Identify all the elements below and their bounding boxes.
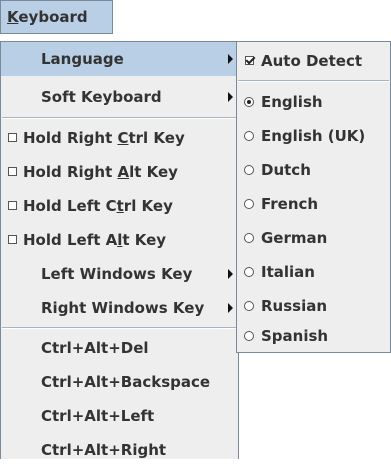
- radio-icon: [244, 131, 254, 141]
- radio-icon: [244, 199, 254, 209]
- language-option-english[interactable]: English: [237, 85, 390, 119]
- language-option-label: German: [261, 229, 328, 247]
- language-option-russian[interactable]: Russian: [237, 289, 390, 323]
- menu-item-hold-right-ctrl[interactable]: Hold Right Ctrl Key: [1, 121, 238, 155]
- menu-item-ctrl-alt-left[interactable]: Ctrl+Alt+Left: [1, 399, 238, 433]
- keyboard-menu-mnemonic: K: [7, 8, 19, 26]
- menu-item-ctrl-alt-backspace[interactable]: Ctrl+Alt+Backspace: [1, 365, 238, 399]
- submenu-arrow-icon: [228, 303, 233, 313]
- checkbox-icon: [8, 133, 17, 142]
- menu-item-ctrl-alt-right[interactable]: Ctrl+Alt+Right: [1, 433, 238, 467]
- language-option-label: Spanish: [261, 327, 329, 345]
- menu-item-ctrl-alt-left-label: Ctrl+Alt+Left: [41, 407, 155, 425]
- keyboard-menu-popup: Language Soft Keyboard Hold Right Ctrl K…: [0, 41, 239, 459]
- menu-item-left-windows-key-label: Left Windows Key: [41, 265, 193, 283]
- checkbox-icon: [8, 167, 17, 176]
- language-submenu-popup: Auto Detect English English (UK) Dutch F…: [236, 41, 391, 353]
- language-option-label: Dutch: [261, 161, 311, 179]
- checkbox-checked-icon: [245, 56, 254, 65]
- submenu-arrow-icon: [228, 92, 233, 102]
- language-option-spanish[interactable]: Spanish: [237, 319, 390, 353]
- radio-icon: [244, 267, 254, 277]
- menu-item-ctrl-alt-del[interactable]: Ctrl+Alt+Del: [1, 331, 238, 365]
- menu-item-hold-right-alt-label: Hold Right Alt Key: [23, 163, 178, 181]
- menu-item-hold-left-ctrl-label: Hold Left Ctrl Key: [23, 197, 173, 215]
- language-option-label: French: [261, 195, 319, 213]
- language-option-french[interactable]: French: [237, 187, 390, 221]
- menu-item-hold-right-alt[interactable]: Hold Right Alt Key: [1, 155, 238, 189]
- menu-item-auto-detect-label: Auto Detect: [261, 52, 363, 70]
- menu-item-right-windows-key[interactable]: Right Windows Key: [1, 291, 238, 325]
- radio-selected-icon: [244, 97, 254, 107]
- menu-item-soft-keyboard-label: Soft Keyboard: [41, 88, 162, 106]
- menu-item-soft-keyboard[interactable]: Soft Keyboard: [1, 80, 238, 114]
- checkbox-icon: [8, 201, 17, 210]
- language-option-label: Russian: [261, 297, 328, 315]
- menu-item-hold-left-alt-label: Hold Left Alt Key: [23, 231, 167, 249]
- menu-item-right-windows-key-label: Right Windows Key: [41, 299, 205, 317]
- menu-separator: [2, 117, 237, 119]
- keyboard-menu-label: eyboard: [18, 8, 88, 26]
- radio-icon: [244, 165, 254, 175]
- language-option-german[interactable]: German: [237, 221, 390, 255]
- radio-icon: [244, 331, 254, 341]
- menu-separator: [2, 327, 237, 329]
- language-option-label: English: [261, 93, 323, 111]
- menu-item-language[interactable]: Language: [1, 42, 238, 76]
- menu-item-language-label: Language: [41, 50, 124, 68]
- checkbox-icon: [8, 235, 17, 244]
- submenu-arrow-icon: [228, 54, 233, 64]
- language-option-dutch[interactable]: Dutch: [237, 153, 390, 187]
- language-option-label: English (UK): [261, 127, 366, 145]
- keyboard-menu-button[interactable]: Keyboard: [0, 0, 113, 34]
- menu-item-ctrl-alt-del-label: Ctrl+Alt+Del: [41, 339, 149, 357]
- language-option-label: Italian: [261, 263, 315, 281]
- submenu-arrow-icon: [228, 269, 233, 279]
- language-option-english-uk[interactable]: English (UK): [237, 119, 390, 153]
- menu-item-ctrl-alt-backspace-label: Ctrl+Alt+Backspace: [41, 373, 211, 391]
- menu-item-ctrl-alt-right-label: Ctrl+Alt+Right: [41, 441, 167, 459]
- language-option-italian[interactable]: Italian: [237, 255, 390, 289]
- menu-item-hold-left-ctrl[interactable]: Hold Left Ctrl Key: [1, 189, 238, 223]
- menu-separator: [238, 80, 389, 82]
- menu-item-left-windows-key[interactable]: Left Windows Key: [1, 257, 238, 291]
- menu-item-hold-right-ctrl-label: Hold Right Ctrl Key: [23, 129, 185, 147]
- menu-item-auto-detect[interactable]: Auto Detect: [237, 44, 390, 78]
- radio-icon: [244, 301, 254, 311]
- radio-icon: [244, 233, 254, 243]
- menu-item-hold-left-alt[interactable]: Hold Left Alt Key: [1, 223, 238, 257]
